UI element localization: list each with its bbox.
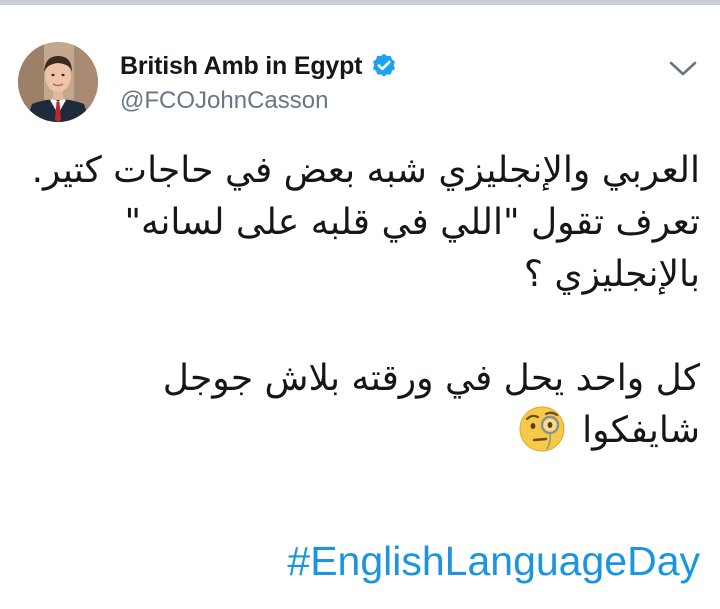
tweet-card: British Amb in Egypt @FCOJohnCasson العر… [0,5,720,609]
chevron-down-icon[interactable] [666,54,700,84]
author-handle[interactable]: @FCOJohnCasson [120,87,328,115]
tweet-text-line: شايفكوا [582,410,700,451]
tweet-text-line: بالإنجليزي ؟ [523,254,700,295]
verified-badge-icon [370,52,398,80]
hashtag-link[interactable]: #EnglishLanguageDay [287,538,700,585]
tweet-text-line-with-emoji: شايفكوا [20,405,700,457]
author-name-row[interactable]: British Amb in Egypt [120,49,398,83]
face-with-monocle-icon [517,403,567,453]
tweet-text-line: العربي والإنجليزي شبه بعض في حاجات كتير. [31,150,700,191]
tweet-text-line: تعرف تقول "اللي في قلبه على لسانه" [124,202,700,243]
tweet-text-line: كل واحد يحل في ورقته بلاش جوجل [162,358,700,399]
tweet-text: العربي والإنجليزي شبه بعض في حاجات كتير.… [20,145,700,457]
avatar[interactable] [18,42,98,122]
avatar-photo [18,42,98,122]
author-display-name[interactable]: British Amb in Egypt [120,52,363,81]
